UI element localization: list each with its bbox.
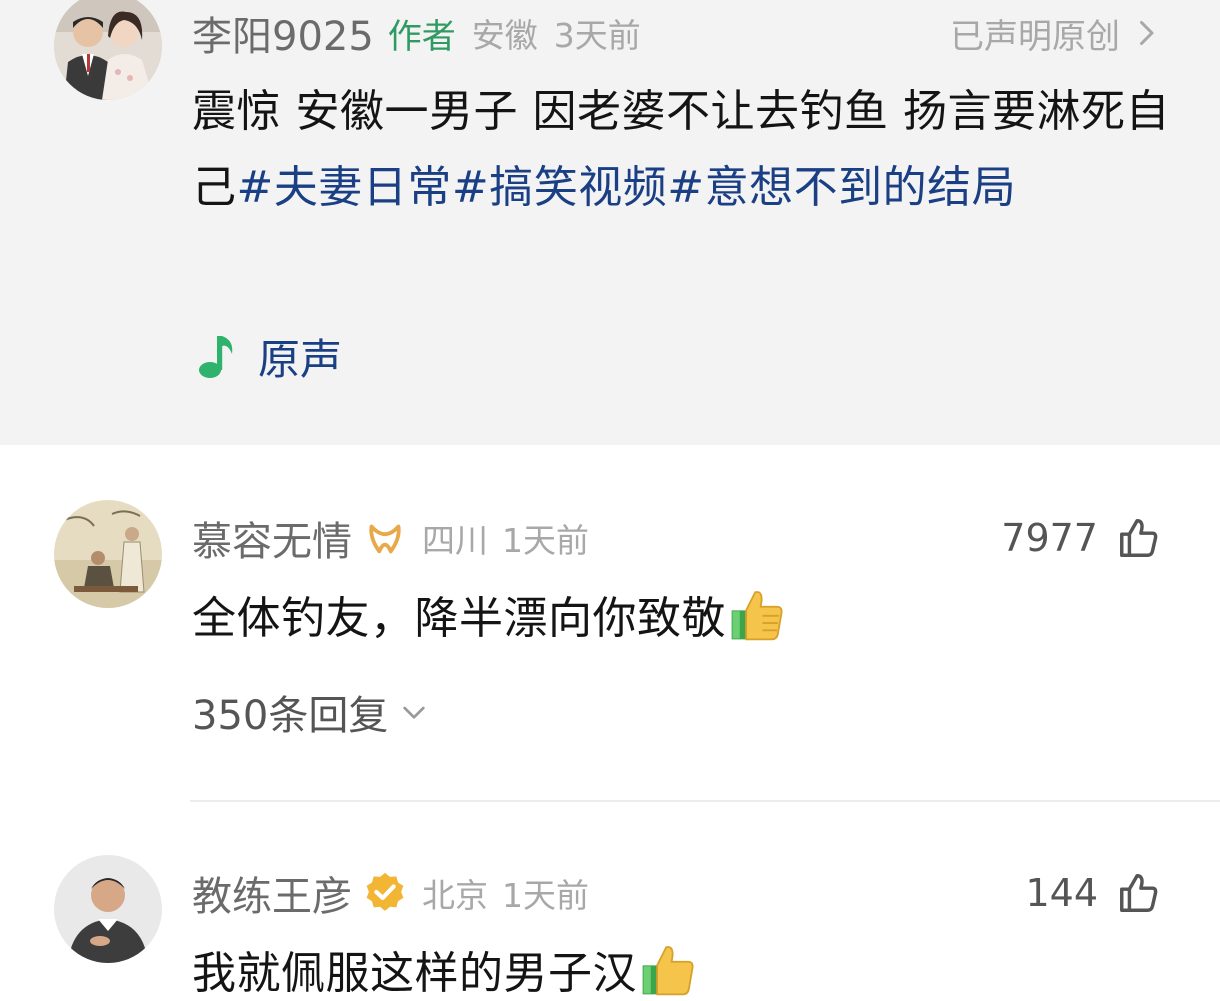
hashtag-link[interactable]: #意想不到的结局 — [667, 162, 1016, 213]
original-declared-link[interactable]: 已声明原创 — [950, 6, 1164, 60]
author-tag: 作者 — [387, 16, 456, 57]
infinity-badge-icon — [369, 524, 401, 554]
hashtag-link[interactable]: #夫妻日常 — [237, 162, 452, 213]
chevron-right-icon — [1140, 21, 1154, 45]
author-time: 3天前 — [553, 16, 641, 55]
avatar[interactable] — [54, 855, 162, 963]
comment-text-content: 全体钓友，降半漂向你致敬 — [192, 593, 726, 644]
like-button[interactable]: 144 — [1025, 865, 1162, 921]
comment-header: 教练王彦 北京 1天前 — [192, 865, 589, 921]
comment-item: 慕容无情 四川 1天前 7977 全体钓友，降半漂向你致敬 350条回复 — [0, 500, 1220, 800]
thumbs-up-emoji-icon — [642, 946, 694, 996]
sound-label: 原声 — [258, 334, 343, 384]
author-post: 李阳9025 作者 安徽 3天前 已声明原创 震惊 安徽一男子 因老婆不让去钓鱼… — [0, 0, 1220, 445]
author-avatar[interactable] — [54, 0, 162, 100]
comment-location: 四川 — [422, 521, 488, 560]
comment-username[interactable]: 教练王彦 — [192, 864, 352, 922]
comment-text-content: 我就佩服这样的男子汉 — [192, 948, 637, 999]
divider — [190, 800, 1220, 802]
thumbs-up-emoji-icon — [731, 591, 783, 641]
comment-header: 慕容无情 四川 1天前 — [192, 510, 589, 566]
comment-text: 全体钓友，降半漂向你致敬 — [192, 582, 786, 646]
comment-time: 1天前 — [502, 521, 589, 560]
music-note-icon — [199, 336, 233, 378]
chevron-down-icon — [403, 706, 426, 719]
author-name[interactable]: 李阳9025 — [192, 4, 374, 62]
author-location: 安徽 — [471, 16, 538, 55]
original-label: 已声明原创 — [950, 16, 1120, 57]
comment-text: 我就佩服这样的男子汉 — [192, 937, 697, 1001]
comment-username[interactable]: 慕容无情 — [192, 509, 352, 567]
post-text: 震惊 安徽一男子 因老婆不让去钓鱼 扬言要淋死自己#夫妻日常#搞笑视频#意想不到… — [192, 74, 1182, 226]
like-count: 144 — [1025, 871, 1098, 915]
comment-item: 教练王彦 北京 1天前 144 我就佩服这样的男子汉 — [0, 855, 1220, 999]
comment-location: 北京 — [422, 876, 488, 915]
like-button[interactable]: 7977 — [1001, 510, 1162, 566]
like-count: 7977 — [1001, 516, 1098, 560]
replies-label: 350条回复 — [192, 693, 389, 739]
view-replies-button[interactable]: 350条回复 — [192, 682, 430, 742]
original-sound-link[interactable]: 原声 — [196, 326, 342, 386]
thumbs-up-icon — [1120, 519, 1158, 557]
hashtag-link[interactable]: #搞笑视频 — [452, 162, 667, 213]
verified-badge-icon — [366, 872, 404, 911]
avatar[interactable] — [54, 500, 162, 608]
thumbs-up-icon — [1120, 874, 1158, 912]
author-header: 李阳9025 作者 安徽 3天前 — [192, 6, 641, 60]
comment-time: 1天前 — [502, 876, 589, 915]
